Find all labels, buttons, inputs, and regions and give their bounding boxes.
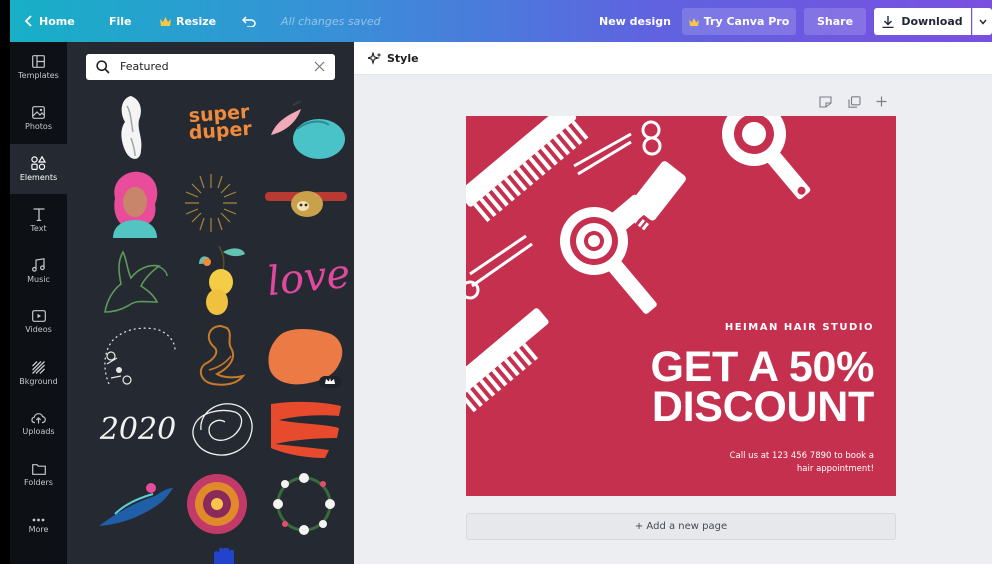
rail-label: Photos: [25, 121, 52, 131]
add-page-icon[interactable]: [876, 96, 887, 107]
hand-line-drawing[interactable]: [97, 244, 173, 316]
rail-label: Videos: [25, 325, 52, 334]
file-menu[interactable]: File: [109, 0, 132, 42]
daisy-wreath[interactable]: [267, 470, 341, 538]
top-bar: Home File Resize All changes saved New d…: [10, 0, 992, 42]
sloth-on-branch[interactable]: [265, 182, 347, 226]
rail-music[interactable]: Music: [10, 246, 67, 296]
scribble-circle[interactable]: [181, 394, 265, 464]
text-icon: [33, 207, 44, 221]
rail-label: More: [28, 525, 49, 534]
search-box[interactable]: Featured: [86, 54, 335, 80]
videos-icon: [31, 310, 46, 322]
crown-icon: [160, 16, 171, 26]
headline-line-2: DISCOUNT: [651, 383, 874, 431]
add-new-page-button[interactable]: + Add a new page: [466, 513, 896, 540]
crown-icon: [688, 17, 699, 26]
rail-label: Elements: [19, 173, 58, 182]
callout-line-2: hair appointment!: [796, 464, 874, 474]
magic-sparkle-icon: [368, 52, 382, 65]
rail-label: Templates: [18, 70, 59, 80]
side-rail: Templates Photos Elements Text Music Vid…: [10, 42, 67, 564]
rail-uploads[interactable]: Uploads: [10, 399, 67, 449]
floral-wreath-sketch[interactable]: [97, 322, 179, 388]
download-icon: [882, 15, 894, 28]
more-icon: [32, 518, 45, 522]
design-title[interactable]: New design: [599, 0, 671, 42]
canvas-area: Style HEIMAN HAIR STUDIO GET A 50% DISCO…: [354, 42, 992, 564]
red-brush-stroke[interactable]: [265, 398, 345, 460]
rail-background[interactable]: Bkground: [10, 348, 67, 398]
style-button[interactable]: Style: [368, 42, 419, 75]
share-button[interactable]: Share: [804, 8, 866, 35]
elements-icon: [31, 156, 46, 170]
download-label: Download: [901, 15, 963, 28]
hair-tools-graphic[interactable]: [466, 116, 896, 496]
save-status: All changes saved: [281, 14, 381, 28]
share-label: Share: [816, 15, 854, 28]
callout-line-1: Call us at 123 456 7890 to book a: [729, 451, 874, 461]
resize-label: Resize: [176, 14, 217, 28]
lemon-slice-illustration[interactable]: [267, 99, 347, 161]
templates-icon: [32, 54, 45, 68]
chevron-down-icon: [978, 19, 987, 25]
pink-hair-woman-illustration[interactable]: [105, 168, 165, 240]
home-label: Home: [39, 14, 75, 28]
background-icon: [32, 360, 45, 374]
rail-label: Folders: [24, 477, 53, 487]
call-to-action-text[interactable]: Call us at 123 456 7890 to book a hair a…: [674, 450, 874, 476]
love-script-text[interactable]: love: [264, 244, 353, 312]
rail-photos[interactable]: Photos: [10, 93, 67, 143]
canva-editor: Home File Resize All changes saved New d…: [10, 0, 992, 564]
try-canva-pro-label: Try Canva Pro: [703, 15, 790, 28]
download-options-button[interactable]: [972, 8, 992, 35]
rail-label: Text: [30, 223, 47, 233]
add-note-icon[interactable]: [819, 96, 832, 108]
design-title-label: New design: [599, 14, 672, 28]
studio-name[interactable]: HEIMAN HAIR STUDIO: [725, 322, 874, 333]
photos-icon: [32, 105, 45, 119]
super-duper-text[interactable]: super duper: [178, 101, 263, 153]
2020-script-text[interactable]: 2020: [97, 410, 179, 450]
cobra-illustration[interactable]: [191, 320, 251, 392]
orange-blob-shape[interactable]: [265, 324, 345, 390]
close-icon[interactable]: [314, 61, 325, 72]
home-button[interactable]: Home: [24, 0, 75, 42]
hummingbird-illustration[interactable]: [95, 474, 177, 534]
white-figure-sketch[interactable]: [105, 92, 157, 164]
headline-line-1: GET A 50%: [650, 343, 874, 391]
undo-button[interactable]: [242, 0, 261, 42]
rail-text[interactable]: Text: [10, 195, 67, 245]
lemon-branch-illustration[interactable]: [195, 242, 247, 316]
rail-label: Bkground: [19, 376, 58, 386]
file-label: File: [109, 14, 132, 28]
search-input[interactable]: Featured: [120, 54, 169, 80]
music-icon: [32, 258, 45, 272]
download-button[interactable]: Download: [874, 8, 971, 35]
rail-videos[interactable]: Videos: [10, 297, 67, 347]
undo-icon: [242, 15, 256, 27]
duplicate-page-icon[interactable]: [848, 96, 861, 108]
rail-templates[interactable]: Templates: [10, 42, 67, 92]
style-label: Style: [387, 52, 419, 65]
rail-folders[interactable]: Folders: [10, 450, 67, 500]
uploads-icon: [31, 413, 46, 424]
rail-label: Uploads: [22, 427, 55, 436]
search-icon: [96, 60, 110, 74]
mandala-ornament[interactable]: [185, 472, 249, 536]
rail-elements[interactable]: Elements: [10, 144, 67, 194]
elements-panel: Featured super duper love 2020: [67, 42, 354, 564]
blue-hand-illustration[interactable]: [210, 548, 244, 564]
design-page[interactable]: HEIMAN HAIR STUDIO GET A 50% DISCOUNT Ca…: [466, 116, 896, 496]
folders-icon: [31, 463, 46, 475]
rail-label: Music: [27, 275, 50, 284]
try-canva-pro-button[interactable]: Try Canva Pro: [682, 8, 796, 35]
discount-headline[interactable]: GET A 50% DISCOUNT: [574, 343, 874, 431]
gold-starburst[interactable]: [183, 172, 239, 234]
chevron-left-icon: [24, 15, 32, 27]
resize-button[interactable]: Resize: [160, 0, 216, 42]
duper-word: duper: [188, 117, 253, 145]
rail-more[interactable]: More: [10, 501, 67, 551]
context-toolbar: Style: [354, 42, 992, 75]
